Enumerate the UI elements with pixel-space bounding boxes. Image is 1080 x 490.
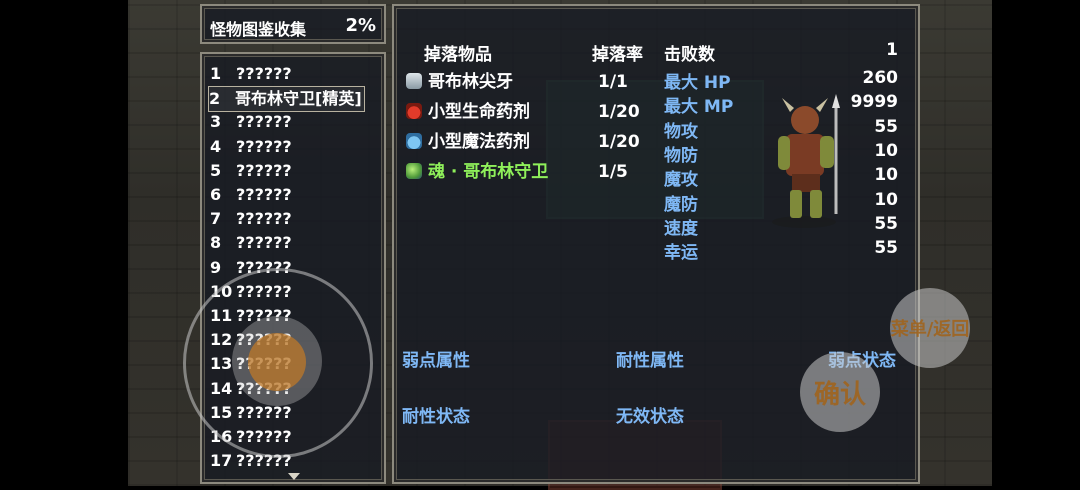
monster-list-item[interactable]: 4?????? — [210, 135, 292, 159]
stat-label: 物攻 — [664, 121, 698, 142]
drop-item-row: 小型魔法药剂 1/20 — [406, 130, 640, 154]
drop-item-row: 魂 · 哥布林守卫 1/5 — [406, 160, 628, 184]
drop-item-row: 小型生命药剂 1/20 — [406, 100, 640, 124]
monster-number: 2 — [209, 89, 221, 109]
monster-list-item[interactable]: 2 哥布林守卫[精英] — [208, 86, 365, 113]
fang-icon — [406, 73, 422, 89]
stat-label: 物防 — [664, 145, 698, 166]
blue-potion-icon — [406, 133, 422, 149]
stat-label: 最大 HP — [664, 73, 731, 93]
drop-rate: 1/5 — [598, 162, 628, 182]
monster-number: 7 — [210, 209, 222, 229]
monster-number: 17 — [210, 451, 233, 471]
stat-value: 260 — [862, 68, 899, 88]
drop-item-name: 小型生命药剂 — [428, 102, 530, 122]
joystick-knob[interactable] — [248, 333, 306, 391]
bestiary-title-panel: 怪物图鉴收集 2% — [200, 4, 386, 44]
drop-rate: 1/1 — [598, 72, 628, 92]
stat-label: 魔攻 — [664, 170, 698, 191]
bestiary-title: 怪物图鉴收集 — [210, 20, 307, 39]
monster-list-item[interactable]: 1?????? — [210, 62, 292, 86]
monster-number: 3 — [210, 112, 222, 132]
stat-label: 最大 MP — [664, 97, 734, 118]
monster-list-item[interactable]: 3?????? — [210, 110, 292, 134]
drop-rate: 1/20 — [598, 102, 640, 122]
red-potion-icon — [406, 103, 422, 119]
stat-value: 55 — [874, 238, 898, 259]
confirm-button[interactable]: 确认 — [800, 352, 880, 432]
monster-number: 8 — [210, 233, 222, 253]
resist-attribute-label: 耐性属性 — [616, 351, 684, 371]
monster-name: ?????? — [236, 185, 292, 204]
drop-item-name: 小型魔法药剂 — [428, 132, 530, 152]
soul-orb-icon — [406, 163, 422, 179]
monster-list-item[interactable]: 6?????? — [210, 183, 292, 207]
stat-label: 幸运 — [664, 243, 698, 264]
monster-list-item[interactable]: 5?????? — [210, 159, 292, 183]
stat-label: 速度 — [664, 218, 698, 239]
drops-header: 掉落物品 — [424, 45, 492, 65]
resist-state-label: 耐性状态 — [402, 407, 470, 427]
monster-list-item[interactable]: 7?????? — [210, 207, 292, 231]
scroll-down-icon[interactable] — [288, 473, 300, 480]
monster-number: 9 — [210, 257, 222, 277]
stat-value: 10 — [874, 165, 898, 186]
immune-state-label: 无效状态 — [616, 407, 684, 427]
stat-value: 55 — [874, 213, 898, 234]
monster-number: 1 — [210, 64, 222, 83]
drop-rate: 1/20 — [598, 132, 640, 152]
monster-list-item[interactable]: 8?????? — [210, 231, 292, 255]
defeats-value: 1 — [886, 40, 898, 60]
stat-value: 55 — [874, 116, 898, 137]
monster-name: ?????? — [236, 233, 292, 253]
monster-name: 哥布林守卫[精英] — [235, 89, 362, 109]
confirm-label: 确认 — [813, 379, 866, 410]
weak-attribute-label: 弱点属性 — [402, 351, 470, 371]
menu-back-label: 菜单/返回 — [890, 319, 970, 340]
drop-rate-header: 掉落率 — [592, 45, 643, 65]
collection-percent: 2% — [345, 15, 376, 36]
defeats-label: 击败数 — [664, 45, 715, 65]
monster-number: 4 — [210, 136, 222, 156]
monster-number: 6 — [210, 185, 222, 204]
stat-label: 魔防 — [664, 194, 698, 215]
stat-value: 9999 — [850, 92, 898, 113]
goblin-guard-sprite — [772, 94, 840, 228]
drop-item-row: 哥布林尖牙 1/1 — [406, 70, 628, 94]
monster-name: ?????? — [236, 160, 292, 180]
drop-item-name: 魂 · 哥布林守卫 — [428, 162, 549, 182]
monster-name: ?????? — [236, 64, 292, 83]
monster-number: 5 — [210, 160, 222, 180]
drop-item-name: 哥布林尖牙 — [428, 72, 513, 92]
monster-name: ?????? — [236, 209, 292, 229]
stat-value: 10 — [874, 140, 898, 161]
monster-name: ?????? — [236, 112, 292, 132]
monster-name: ?????? — [236, 136, 292, 156]
stat-value: 10 — [874, 189, 898, 210]
menu-back-button[interactable]: 菜单/返回 — [890, 288, 970, 368]
